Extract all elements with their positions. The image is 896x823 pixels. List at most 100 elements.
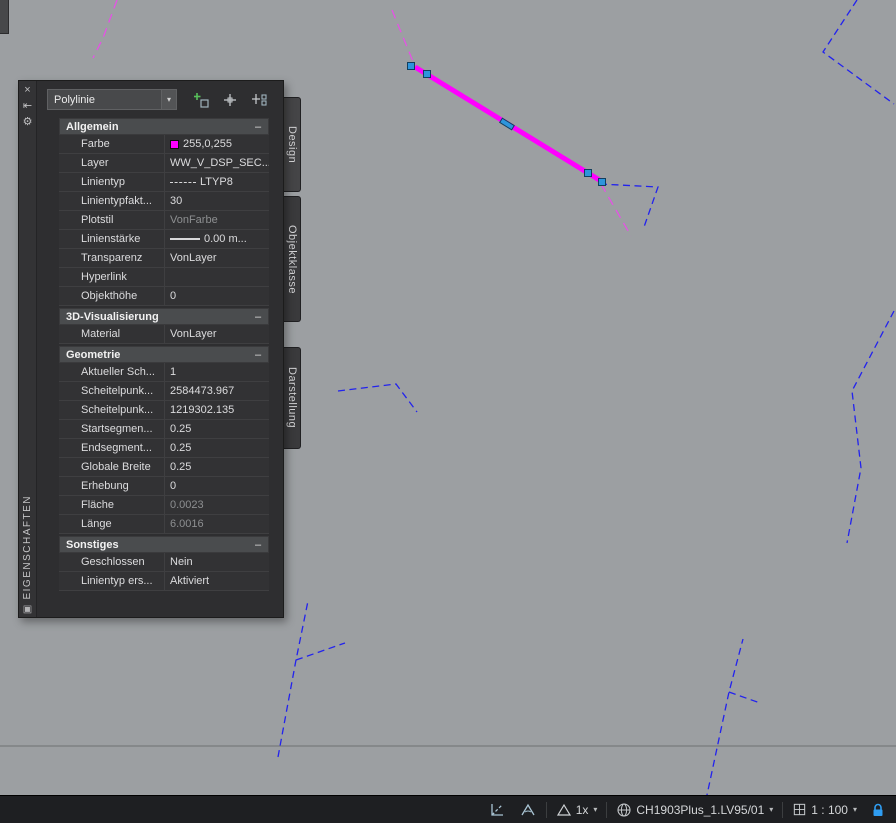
blue-dashed-line[interactable] (277, 600, 309, 758)
value-text: WW_V_DSP_SEC... (170, 157, 269, 169)
property-value[interactable]: 0.0023 (164, 496, 269, 514)
vertex-grip[interactable] (407, 62, 415, 70)
magenta-dashed-line[interactable] (391, 9, 415, 65)
property-value[interactable]: 255,0,255 (164, 135, 269, 153)
property-value[interactable]: Nein (164, 553, 269, 571)
collapse-icon[interactable]: – (252, 349, 264, 361)
pickadd-toggle-button[interactable] (191, 91, 211, 109)
value-text: 255,0,255 (183, 138, 232, 150)
view-scale-value: 1 : 100 (811, 802, 848, 817)
blue-dashed-line[interactable] (337, 383, 418, 413)
property-value[interactable]: 0.00 m... (164, 230, 269, 248)
property-value[interactable]: Aktiviert (164, 572, 269, 590)
gear-icon[interactable]: ⚙ (21, 116, 35, 130)
select-objects-icon (224, 93, 236, 106)
property-value[interactable]: VonLayer (164, 249, 269, 267)
section-title: Allgemein (66, 120, 119, 133)
blue-dashed-line[interactable] (728, 691, 761, 704)
side-tab-design[interactable]: Design (284, 97, 301, 192)
property-value[interactable]: 0 (164, 287, 269, 305)
collapse-icon[interactable]: – (252, 121, 264, 133)
value-text: 2584473.967 (170, 385, 235, 397)
property-row: Plotstil VonFarbe (59, 211, 269, 230)
property-value[interactable]: LTYP8 (164, 173, 269, 191)
property-row: Scheitelpunk... 2584473.967 (59, 382, 269, 401)
section-title: Sonstiges (66, 538, 119, 551)
property-value[interactable]: 0.25 (164, 458, 269, 476)
value-text: 0.25 (170, 442, 192, 454)
lock-button[interactable] (866, 799, 890, 821)
blue-dashed-line[interactable] (846, 310, 895, 544)
property-row: Fläche 0.0023 (59, 496, 269, 515)
value-text: VonLayer (170, 328, 217, 340)
property-value[interactable]: VonFarbe (164, 211, 269, 229)
palette-title: EIGENSCHAFTEN (22, 495, 33, 600)
isodraft-button[interactable] (515, 799, 541, 821)
coordinate-system-value: CH1903Plus_1.LV95/01 (636, 802, 765, 817)
value-text: Nein (170, 556, 193, 568)
property-label: Endsegment... (81, 442, 152, 454)
property-value[interactable]: WW_V_DSP_SEC... (164, 154, 269, 172)
view-scale-button[interactable]: 1 : 100 ▾ (788, 799, 861, 821)
collapse-icon[interactable]: – (252, 311, 264, 323)
property-label: Länge (81, 518, 112, 530)
property-label: Fläche (81, 499, 115, 511)
property-value[interactable]: 0 (164, 477, 269, 495)
property-row: Layer WW_V_DSP_SEC... (59, 154, 269, 173)
chevron-down-icon[interactable]: ▾ (161, 90, 176, 109)
property-value[interactable]: 6.0016 (164, 515, 269, 533)
magenta-dashed-line[interactable] (600, 183, 632, 237)
vertex-grip[interactable] (423, 70, 431, 78)
coordinate-system-button[interactable]: CH1903Plus_1.LV95/01 ▾ (612, 799, 777, 821)
property-value[interactable]: VonLayer (164, 325, 269, 343)
property-value[interactable] (164, 268, 269, 286)
property-label: Scheitelpunk... (81, 385, 154, 397)
docked-panel-edge (0, 0, 9, 34)
property-label: Hyperlink (81, 271, 127, 283)
close-icon[interactable]: × (21, 84, 35, 98)
property-value[interactable]: 30 (164, 192, 269, 210)
display-icon[interactable]: ▣ (23, 604, 32, 615)
property-value[interactable]: 1 (164, 363, 269, 381)
scale-grid-icon (794, 803, 806, 816)
value-text: LTYP8 (200, 176, 233, 188)
annotation-scale-button[interactable]: 1x ▾ (552, 799, 602, 821)
autohide-icon[interactable]: ⇤ (21, 100, 35, 114)
property-row: Material VonLayer (59, 325, 269, 344)
property-row: Globale Breite 0.25 (59, 458, 269, 477)
value-text: 0 (170, 480, 177, 492)
side-tab-darstellung[interactable]: Darstellung (284, 347, 301, 449)
value-text: VonFarbe (170, 214, 218, 226)
blue-dashed-line[interactable] (599, 183, 659, 228)
quick-select-button[interactable] (249, 91, 269, 109)
pickadd-toggle-icon (194, 92, 209, 108)
section-header[interactable]: Allgemein – (59, 118, 269, 135)
section-header[interactable]: Geometrie – (59, 346, 269, 363)
palette-title-bar[interactable]: × ⇤ ⚙ EIGENSCHAFTEN ▣ (19, 81, 37, 617)
vertex-grip[interactable] (584, 169, 592, 177)
value-text: 1 (170, 366, 177, 378)
midpoint-grip[interactable] (499, 117, 515, 131)
property-label: Linienstärke (81, 233, 141, 245)
section-header[interactable]: Sonstiges – (59, 536, 269, 553)
side-tab-objektklasse[interactable]: Objektklasse (284, 196, 301, 322)
collapse-icon[interactable]: – (252, 539, 264, 551)
property-value[interactable]: 2584473.967 (164, 382, 269, 400)
property-value[interactable]: 0.25 (164, 439, 269, 457)
section-header[interactable]: 3D-Visualisierung – (59, 308, 269, 325)
magenta-dashed-line[interactable] (92, 0, 118, 59)
blue-dashed-line[interactable] (822, 0, 895, 105)
property-value[interactable]: 1219302.135 (164, 401, 269, 419)
vertex-grip[interactable] (598, 178, 606, 186)
property-value[interactable]: 0.25 (164, 420, 269, 438)
property-row: Linientypfakt... 30 (59, 192, 269, 211)
select-objects-button[interactable] (220, 91, 240, 109)
property-label: Linientyp (81, 176, 126, 188)
property-label: Material (81, 328, 121, 340)
blue-dashed-line[interactable] (295, 642, 346, 661)
property-label: Startsegmen... (81, 423, 153, 435)
object-type-select[interactable]: Polylinie ▾ (47, 89, 177, 110)
annotation-scale-icon (556, 803, 571, 816)
value-text: 0.25 (170, 423, 192, 435)
snap-tracking-button[interactable] (484, 799, 510, 821)
